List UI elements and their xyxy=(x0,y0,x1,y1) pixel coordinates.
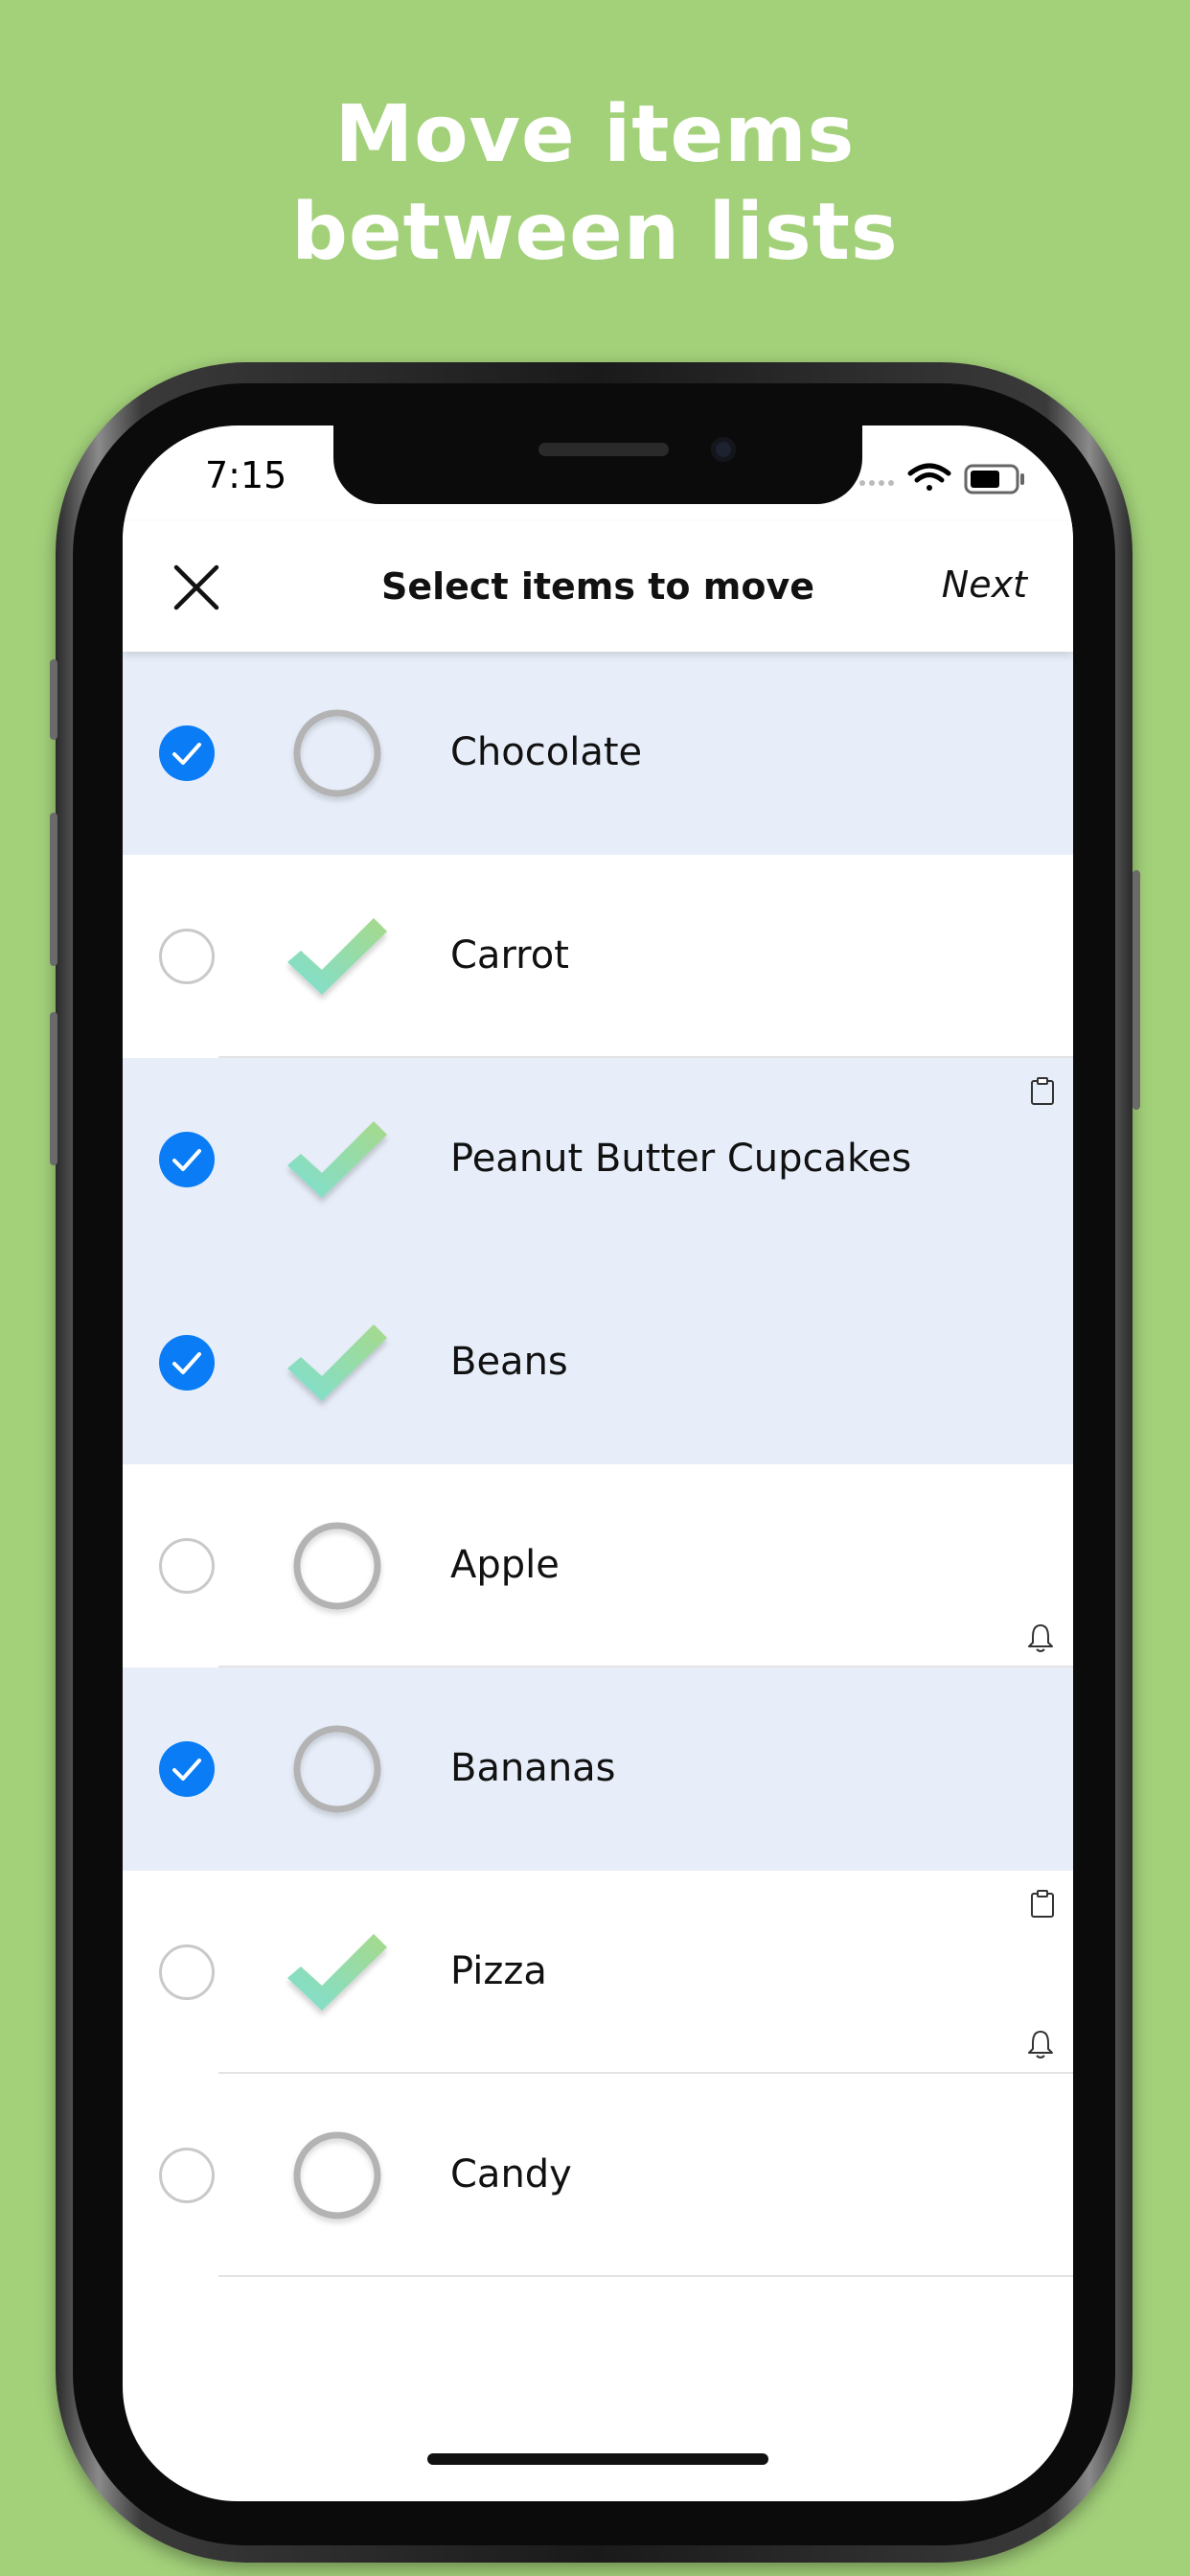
clipboard-icon xyxy=(1031,1890,1054,1918)
reminder-indicator xyxy=(1025,1622,1056,1654)
list-item-beans[interactable]: Beans xyxy=(123,1261,1073,1464)
item-status[interactable] xyxy=(280,1714,395,1828)
item-status[interactable] xyxy=(280,1510,395,1625)
clipboard-icon xyxy=(1031,1077,1054,1105)
select-toggle[interactable] xyxy=(159,1335,215,1391)
select-toggle[interactable] xyxy=(159,725,215,781)
checkmark-circle-icon xyxy=(172,1352,201,1374)
front-camera xyxy=(711,437,736,462)
status-time: 7:15 xyxy=(205,454,287,496)
home-indicator[interactable] xyxy=(427,2453,768,2465)
item-name: Candy xyxy=(450,2152,572,2196)
select-toggle[interactable] xyxy=(159,1741,215,1797)
notch xyxy=(333,426,862,504)
wifi-icon xyxy=(907,463,951,491)
list-item-peanut-butter-cupcakes[interactable]: Peanut Butter Cupcakes xyxy=(123,1058,1073,1261)
empty-circle-icon xyxy=(293,1725,381,1813)
list-item-pizza[interactable]: Pizza xyxy=(123,1871,1073,2074)
item-name: Beans xyxy=(450,1340,568,1384)
phone-mute-switch xyxy=(50,659,57,740)
phone-screen: 7:15 Select items to move Next Chocolate… xyxy=(123,426,1073,2501)
navbar: Select items to move Next xyxy=(123,521,1073,652)
item-status[interactable] xyxy=(280,2120,395,2235)
item-name: Apple xyxy=(450,1543,560,1587)
list-item-chocolate[interactable]: Chocolate xyxy=(123,652,1073,855)
select-toggle[interactable] xyxy=(159,1538,215,1594)
page-title: Select items to move xyxy=(380,565,814,608)
status-indicators xyxy=(853,460,1035,498)
next-button[interactable]: Next xyxy=(942,564,1027,606)
empty-circle-icon xyxy=(293,709,381,797)
empty-circle-icon xyxy=(293,1522,381,1610)
select-toggle[interactable] xyxy=(159,2148,215,2203)
item-status[interactable] xyxy=(280,901,395,1016)
item-name: Carrot xyxy=(450,933,569,978)
list-item-candy[interactable]: Candy xyxy=(123,2074,1073,2277)
select-toggle[interactable] xyxy=(159,1132,215,1187)
item-name: Pizza xyxy=(450,1949,547,1993)
gradient-checkmark-icon xyxy=(287,1934,387,2011)
checkmark-circle-icon xyxy=(172,1759,201,1781)
list-item-bananas[interactable]: Bananas xyxy=(123,1668,1073,1871)
headline: Move items between lists xyxy=(0,86,1190,282)
bell-icon xyxy=(1028,1624,1053,1652)
empty-circle-icon xyxy=(293,2131,381,2220)
item-status[interactable] xyxy=(280,1307,395,1422)
headline-line-1: Move items xyxy=(334,89,856,180)
list-item-apple[interactable]: Apple xyxy=(123,1464,1073,1668)
item-name: Peanut Butter Cupcakes xyxy=(450,1137,912,1181)
bell-icon xyxy=(1028,2031,1053,2058)
checkmark-circle-icon xyxy=(172,743,201,765)
signal-icon xyxy=(859,480,894,486)
item-status[interactable] xyxy=(280,1917,395,2032)
gradient-checkmark-icon xyxy=(287,1121,387,1198)
item-status[interactable] xyxy=(280,698,395,813)
speaker xyxy=(538,443,669,456)
item-list: Chocolate Carrot Peanut Butter Cupcakes … xyxy=(123,652,1073,2277)
item-status[interactable] xyxy=(280,1104,395,1219)
item-name: Chocolate xyxy=(450,730,643,774)
select-toggle[interactable] xyxy=(159,1944,215,2000)
battery-icon xyxy=(964,464,1024,494)
row-divider xyxy=(218,2275,1073,2277)
list-item-carrot[interactable]: Carrot xyxy=(123,855,1073,1058)
phone-volume-down xyxy=(50,1012,57,1165)
reminder-indicator xyxy=(1025,2028,1056,2060)
phone-power-button xyxy=(1133,870,1140,1110)
checkmark-circle-icon xyxy=(172,1149,201,1171)
headline-line-2: between lists xyxy=(291,187,899,278)
phone-volume-up xyxy=(50,813,57,966)
note-indicator xyxy=(1029,1077,1056,1106)
gradient-checkmark-icon xyxy=(287,1324,387,1401)
gradient-checkmark-icon xyxy=(287,918,387,995)
item-name: Bananas xyxy=(450,1746,616,1790)
select-toggle[interactable] xyxy=(159,929,215,984)
note-indicator xyxy=(1029,1890,1056,1919)
